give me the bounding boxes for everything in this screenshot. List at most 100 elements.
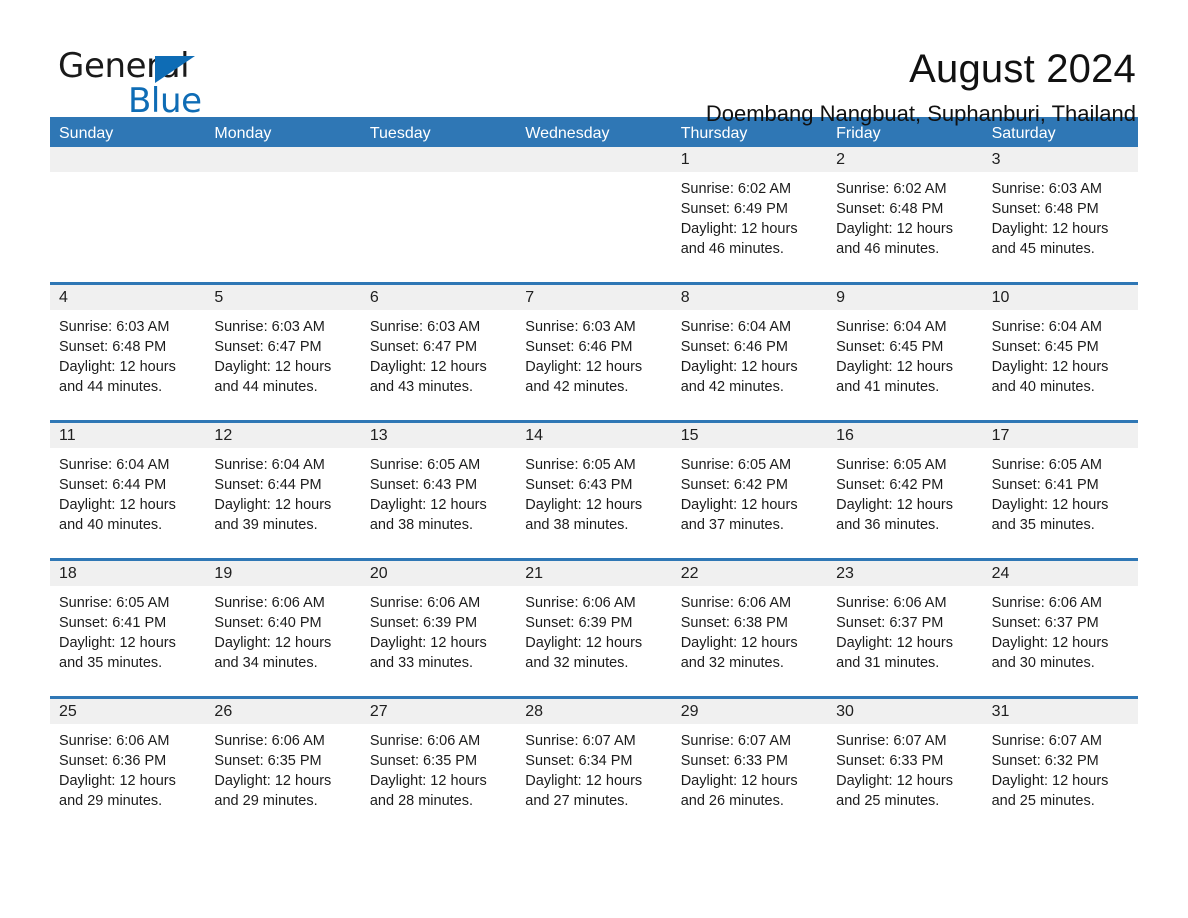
daylight-duration-line2: and 34 minutes.	[214, 655, 318, 671]
calendar-day-cell[interactable]: 18 Sunrise: 6:05 AM Sunset: 6:41 PM Dayligh…	[50, 561, 206, 696]
daylight-duration-line2: and 39 minutes.	[214, 517, 318, 533]
day-number: 4	[50, 285, 206, 310]
daylight-duration-line2: and 25 minutes.	[836, 793, 940, 809]
calendar-day-cell[interactable]: 13 Sunrise: 6:05 AM Sunset: 6:43 PM Dayligh…	[360, 423, 517, 558]
calendar-day-cell[interactable]: 2 Sunrise: 6:02 AM Sunset: 6:48 PM Daylight…	[827, 147, 983, 282]
calendar-day-cell[interactable]: 21 Sunrise: 6:06 AM Sunset: 6:39 PM Dayligh…	[516, 561, 672, 696]
daylight-duration-line1: Daylight: 12 hours	[525, 635, 643, 651]
day-details: Sunrise: 6:07 AM Sunset: 6:34 PM Daylight:…	[516, 724, 671, 811]
sunset-time: Sunset: 6:47 PM	[369, 339, 478, 355]
daylight-duration-line1: Daylight: 12 hours	[836, 635, 954, 651]
calendar-day-cell[interactable]: 31 Sunrise: 6:07 AM Sunset: 6:32 PM Dayligh…	[982, 699, 1138, 834]
sunrise-time: Sunrise: 6:06 AM	[369, 595, 481, 611]
daylight-duration-line2: and 38 minutes.	[369, 517, 474, 533]
day-details: Sunrise: 6:04 AM Sunset: 6:46 PM Daylight:…	[672, 310, 827, 397]
sunrise-time: Sunrise: 6:06 AM	[991, 595, 1102, 611]
calendar-day-cell[interactable]: 1 Sunrise: 6:02 AM Sunset: 6:49 PM Daylight…	[671, 147, 828, 282]
calendar-day-cell[interactable]: 12 Sunrise: 6:04 AM Sunset: 6:44 PM Dayligh…	[205, 423, 361, 558]
day-details: Sunrise: 6:05 AM Sunset: 6:42 PM Daylight:…	[672, 448, 827, 535]
daylight-duration-line2: and 31 minutes.	[836, 655, 940, 671]
calendar-cell-empty	[50, 147, 206, 282]
calendar-day-cell[interactable]: 23 Sunrise: 6:06 AM Sunset: 6:37 PM Dayligh…	[827, 561, 983, 696]
weekday-header-saturday: Saturday	[991, 125, 1056, 142]
sunset-time: Sunset: 6:48 PM	[836, 201, 944, 217]
sunrise-time: Sunrise: 6:06 AM	[214, 595, 325, 611]
day-number: 7	[516, 285, 672, 310]
general-blue-logo[interactable]: General Blue	[50, 46, 250, 121]
day-details: Sunrise: 6:05 AM Sunset: 6:43 PM Daylight:…	[361, 448, 516, 535]
daylight-duration-line2: and 38 minutes.	[525, 517, 629, 533]
daylight-duration-line2: and 28 minutes.	[369, 793, 474, 809]
day-number: 15	[671, 423, 828, 448]
day-details: Sunrise: 6:03 AM Sunset: 6:48 PM Daylight:…	[50, 310, 205, 397]
day-number: 3	[982, 147, 1138, 172]
day-details: Sunrise: 6:05 AM Sunset: 6:43 PM Daylight:…	[516, 448, 671, 535]
calendar-day-cell[interactable]: 9 Sunrise: 6:04 AM Sunset: 6:45 PM Daylight…	[827, 285, 983, 420]
calendar-cell-empty	[205, 147, 361, 282]
calendar-day-cell[interactable]: 10 Sunrise: 6:04 AM Sunset: 6:45 PM Dayligh…	[982, 285, 1138, 420]
calendar-day-cell[interactable]: 16 Sunrise: 6:05 AM Sunset: 6:42 PM Dayligh…	[827, 423, 983, 558]
day-details: Sunrise: 6:04 AM Sunset: 6:44 PM Daylight:…	[205, 448, 360, 535]
page-header: General Blue August 2024 Doembang Nangbu…	[50, 0, 1138, 126]
calendar-day-cell[interactable]: 20 Sunrise: 6:06 AM Sunset: 6:39 PM Dayligh…	[360, 561, 517, 696]
calendar-day-cell[interactable]: 5 Sunrise: 6:03 AM Sunset: 6:47 PM Daylight…	[205, 285, 361, 420]
weekday-header-tuesday: Tuesday	[369, 125, 431, 142]
calendar-cell-empty	[360, 147, 517, 282]
day-details: Sunrise: 6:06 AM Sunset: 6:39 PM Daylight:…	[516, 586, 671, 673]
sunset-time: Sunset: 6:43 PM	[525, 477, 633, 493]
sunrise-time: Sunrise: 6:02 AM	[836, 181, 947, 197]
day-details: Sunrise: 6:06 AM Sunset: 6:36 PM Daylight:…	[50, 724, 205, 811]
day-number	[205, 147, 361, 172]
daylight-duration-line2: and 29 minutes.	[214, 793, 318, 809]
calendar-week-row: 1 Sunrise: 6:02 AM Sunset: 6:49 PM Daylight…	[50, 147, 1138, 282]
sunrise-time: Sunrise: 6:06 AM	[525, 595, 636, 611]
sunrise-time: Sunrise: 6:04 AM	[680, 319, 792, 335]
calendar-grid: Sunday Monday Tuesday Wednesday Thursday…	[50, 117, 1138, 837]
calendar-day-cell[interactable]: 19 Sunrise: 6:06 AM Sunset: 6:40 PM Dayligh…	[205, 561, 361, 696]
daylight-duration-line1: Daylight: 12 hours	[680, 221, 798, 237]
calendar-day-cell[interactable]: 25 Sunrise: 6:06 AM Sunset: 6:36 PM Dayligh…	[50, 699, 206, 834]
day-details: Sunrise: 6:06 AM Sunset: 6:37 PM Daylight:…	[827, 586, 982, 673]
calendar-day-cell[interactable]: 4 Sunrise: 6:03 AM Sunset: 6:48 PM Daylight…	[50, 285, 206, 420]
daylight-duration-line2: and 32 minutes.	[525, 655, 629, 671]
calendar-day-cell[interactable]: 15 Sunrise: 6:05 AM Sunset: 6:42 PM Dayligh…	[671, 423, 828, 558]
calendar-day-cell[interactable]: 30 Sunrise: 6:07 AM Sunset: 6:33 PM Dayligh…	[827, 699, 983, 834]
calendar-day-cell[interactable]: 8 Sunrise: 6:04 AM Sunset: 6:46 PM Daylight…	[671, 285, 828, 420]
day-details: Sunrise: 6:06 AM Sunset: 6:35 PM Daylight:…	[361, 724, 516, 811]
daylight-duration-line1: Daylight: 12 hours	[836, 221, 954, 237]
calendar-week-row: 18 Sunrise: 6:05 AM Sunset: 6:41 PM Dayligh…	[50, 558, 1138, 696]
calendar-day-cell[interactable]: 24 Sunrise: 6:06 AM Sunset: 6:37 PM Dayligh…	[982, 561, 1138, 696]
day-details: Sunrise: 6:06 AM Sunset: 6:35 PM Daylight:…	[205, 724, 360, 811]
sunset-time: Sunset: 6:32 PM	[991, 753, 1099, 769]
weekday-header-wednesday: Wednesday	[525, 125, 610, 142]
daylight-duration-line2: and 46 minutes.	[836, 241, 940, 257]
weekday-header-friday: Friday	[836, 125, 881, 142]
calendar-day-cell[interactable]: 17 Sunrise: 6:05 AM Sunset: 6:41 PM Dayligh…	[982, 423, 1138, 558]
daylight-duration-line1: Daylight: 12 hours	[680, 635, 798, 651]
calendar-day-cell[interactable]: 11 Sunrise: 6:04 AM Sunset: 6:44 PM Dayligh…	[50, 423, 206, 558]
calendar-day-cell[interactable]: 27 Sunrise: 6:06 AM Sunset: 6:35 PM Dayligh…	[360, 699, 517, 834]
calendar-day-cell[interactable]: 26 Sunrise: 6:06 AM Sunset: 6:35 PM Dayligh…	[205, 699, 361, 834]
daylight-duration-line2: and 37 minutes.	[680, 517, 784, 533]
sunrise-time: Sunrise: 6:07 AM	[525, 733, 636, 749]
calendar-day-cell[interactable]: 6 Sunrise: 6:03 AM Sunset: 6:47 PM Daylight…	[360, 285, 517, 420]
calendar-day-cell[interactable]: 29 Sunrise: 6:07 AM Sunset: 6:33 PM Dayligh…	[671, 699, 828, 834]
calendar-day-cell[interactable]: 28 Sunrise: 6:07 AM Sunset: 6:34 PM Dayligh…	[516, 699, 672, 834]
day-number: 31	[982, 699, 1138, 724]
calendar-day-cell[interactable]: 14 Sunrise: 6:05 AM Sunset: 6:43 PM Dayligh…	[516, 423, 672, 558]
daylight-duration-line2: and 35 minutes.	[59, 655, 163, 671]
calendar-day-cell[interactable]: 22 Sunrise: 6:06 AM Sunset: 6:38 PM Dayligh…	[671, 561, 828, 696]
day-details: Sunrise: 6:04 AM Sunset: 6:44 PM Daylight:…	[50, 448, 205, 535]
sunset-time: Sunset: 6:40 PM	[214, 615, 322, 631]
sunrise-time: Sunrise: 6:03 AM	[991, 181, 1102, 197]
day-number: 28	[516, 699, 672, 724]
day-details: Sunrise: 6:02 AM Sunset: 6:48 PM Daylight:…	[827, 172, 982, 259]
sunset-time: Sunset: 6:48 PM	[59, 339, 167, 355]
day-details: Sunrise: 6:06 AM Sunset: 6:37 PM Daylight:…	[983, 586, 1138, 673]
calendar-day-cell[interactable]: 7 Sunrise: 6:03 AM Sunset: 6:46 PM Daylight…	[516, 285, 672, 420]
daylight-duration-line2: and 42 minutes.	[525, 379, 629, 395]
daylight-duration-line1: Daylight: 12 hours	[680, 773, 798, 789]
daylight-duration-line2: and 29 minutes.	[59, 793, 163, 809]
daylight-duration-line1: Daylight: 12 hours	[525, 359, 643, 375]
calendar-day-cell[interactable]: 3 Sunrise: 6:03 AM Sunset: 6:48 PM Daylight…	[982, 147, 1138, 282]
